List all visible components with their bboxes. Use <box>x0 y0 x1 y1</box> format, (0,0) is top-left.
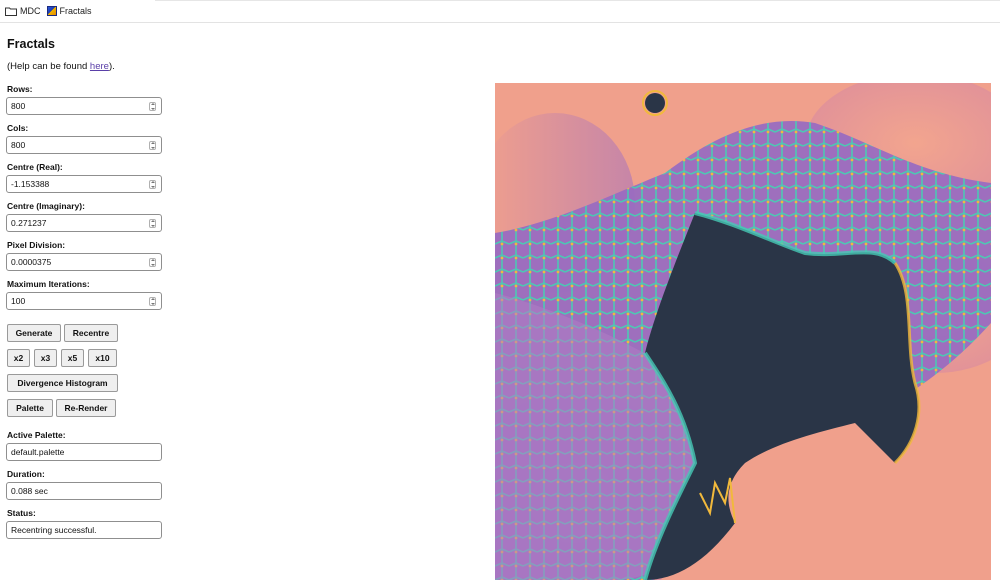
pixel-division-spinner[interactable] <box>149 258 156 267</box>
rows-spinner[interactable] <box>149 102 156 111</box>
zoom-x3-button[interactable]: x3 <box>34 349 57 367</box>
zoom-x5-button[interactable]: x5 <box>61 349 84 367</box>
centre-real-label: Centre (Real): <box>7 162 63 172</box>
breadcrumb-item-fractals[interactable]: Fractals <box>46 6 92 16</box>
rerender-button[interactable]: Re-Render <box>56 399 116 417</box>
cols-spinner[interactable] <box>149 141 156 150</box>
palette-button[interactable]: Palette <box>7 399 53 417</box>
max-iterations-value: 100 <box>11 296 26 306</box>
help-link[interactable]: here <box>90 61 109 72</box>
rows-input[interactable]: 800 <box>6 97 162 115</box>
status-field: Recentring successful. <box>6 521 162 539</box>
cols-input[interactable]: 800 <box>6 136 162 154</box>
pixel-division-value: 0.0000375 <box>11 257 52 267</box>
breadcrumb-item-mdc[interactable]: MDC <box>5 6 41 16</box>
generate-button[interactable]: Generate <box>7 324 61 342</box>
status-value: Recentring successful. <box>11 525 97 535</box>
max-iterations-spinner[interactable] <box>149 297 156 306</box>
page-title: Fractals <box>7 37 55 51</box>
centre-imag-value: 0.271237 <box>11 218 47 228</box>
active-palette-label: Active Palette: <box>7 430 66 440</box>
centre-real-value: -1.153388 <box>11 179 50 189</box>
fractal-canvas[interactable] <box>495 83 991 580</box>
breadcrumb: MDC Fractals <box>0 0 1000 23</box>
max-iterations-input[interactable]: 100 <box>6 292 162 310</box>
duration-value: 0.088 sec <box>11 486 48 496</box>
cols-value: 800 <box>11 140 26 150</box>
fractal-icon <box>46 6 57 16</box>
zoom-x2-button[interactable]: x2 <box>7 349 30 367</box>
folder-icon <box>5 7 17 16</box>
centre-imag-label: Centre (Imaginary): <box>7 201 85 211</box>
pixel-division-label: Pixel Division: <box>7 240 66 250</box>
status-label: Status: <box>7 508 36 518</box>
max-iterations-label: Maximum Iterations: <box>7 279 90 289</box>
breadcrumb-label-mdc: MDC <box>20 6 41 16</box>
recentre-button[interactable]: Recentre <box>64 324 118 342</box>
pixel-division-input[interactable]: 0.0000375 <box>6 253 162 271</box>
active-palette-value: default.palette <box>11 447 65 457</box>
duration-label: Duration: <box>7 469 45 479</box>
fractal-image <box>495 83 991 580</box>
duration-field: 0.088 sec <box>6 482 162 500</box>
centre-imag-input[interactable]: 0.271237 <box>6 214 162 232</box>
zoom-x10-button[interactable]: x10 <box>88 349 117 367</box>
rows-value: 800 <box>11 101 26 111</box>
help-text: (Help can be found here). <box>7 61 115 72</box>
help-prefix: (Help can be found <box>7 61 90 72</box>
centre-real-spinner[interactable] <box>149 180 156 189</box>
breadcrumb-label-fractals: Fractals <box>59 6 92 16</box>
centre-imag-spinner[interactable] <box>149 219 156 228</box>
rows-label: Rows: <box>7 84 33 94</box>
help-suffix: ). <box>108 61 115 72</box>
cols-label: Cols: <box>7 123 29 133</box>
active-palette-field: default.palette <box>6 443 162 461</box>
centre-real-input[interactable]: -1.153388 <box>6 175 162 193</box>
divergence-histogram-button[interactable]: Divergence Histogram <box>7 374 118 392</box>
